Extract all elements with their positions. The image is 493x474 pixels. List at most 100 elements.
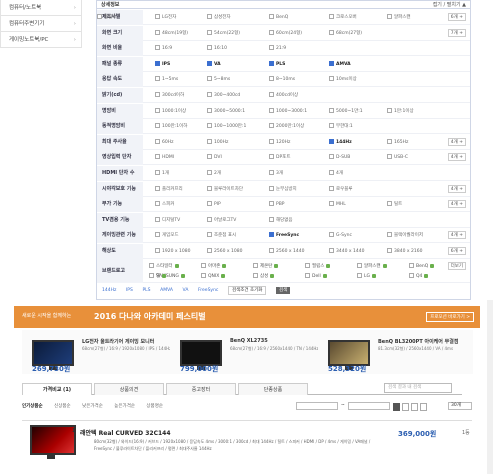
checkbox[interactable] <box>305 263 310 268</box>
checkbox[interactable] <box>253 273 258 278</box>
checkbox[interactable] <box>207 92 212 97</box>
checkbox[interactable] <box>155 92 160 97</box>
spec-option[interactable]: 165Hz <box>387 138 408 145</box>
spec-option[interactable]: USB-C <box>387 154 408 160</box>
checkbox[interactable] <box>155 248 160 253</box>
spec-more-button[interactable]: 4개 + <box>447 231 466 240</box>
spec-option[interactable]: 2개 <box>207 170 221 176</box>
spec-option[interactable]: 1000~3000:1 <box>269 107 307 114</box>
checkbox[interactable] <box>269 29 274 35</box>
spec-option[interactable]: 3840 x 2160 <box>387 248 422 254</box>
spec-option[interactable]: 60cm(24형) <box>269 29 302 36</box>
spec-option[interactable]: FreeSync <box>269 232 299 238</box>
checkbox[interactable] <box>155 170 160 175</box>
spec-option[interactable]: 블랙이퀄라이저 <box>387 232 423 238</box>
spec-option[interactable]: DP포트 <box>269 154 290 160</box>
checkbox[interactable] <box>207 107 212 113</box>
checkbox[interactable] <box>207 216 212 222</box>
spec-option[interactable]: 1000:1이상 <box>155 107 186 114</box>
brand-option[interactable]: BenQ <box>409 263 435 269</box>
checkbox[interactable] <box>329 154 334 160</box>
banner-button[interactable]: 프로모션 바로가기 > <box>426 312 474 322</box>
checkbox[interactable] <box>207 138 212 144</box>
spec-option[interactable]: 2560 x 1440 <box>269 248 304 254</box>
checkbox[interactable] <box>269 138 274 144</box>
spec-option[interactable]: HDMI <box>155 154 174 160</box>
checkbox[interactable] <box>329 76 334 82</box>
spec-option[interactable]: 무한대:1 <box>329 123 353 129</box>
checkbox[interactable] <box>329 185 334 191</box>
spec-option[interactable]: 1만:1이상 <box>387 107 414 114</box>
checkbox[interactable] <box>269 232 274 238</box>
checkbox[interactable] <box>155 216 160 222</box>
checkbox[interactable] <box>329 170 334 175</box>
promo-product[interactable]: LG전자 울트라기어 게이밍 모니터 68cm(27형) / 16:9 / 19… <box>22 330 177 374</box>
spec-option[interactable]: 눈부심방지 <box>269 185 297 192</box>
tag[interactable]: 144Hz <box>102 284 116 298</box>
spec-more-button[interactable]: 7개 + <box>447 28 466 37</box>
spec-more-button[interactable]: 4개 + <box>447 200 466 209</box>
spec-option[interactable]: 2000만:1이상 <box>269 123 304 129</box>
checkbox[interactable] <box>207 185 212 191</box>
spec-option[interactable]: 틸트 <box>387 201 402 207</box>
checkbox[interactable] <box>387 232 392 238</box>
spec-option[interactable]: 4개 <box>329 170 343 176</box>
checkbox[interactable] <box>329 29 334 35</box>
spec-option[interactable]: 16:10 <box>207 45 227 51</box>
spec-option[interactable]: D-SUB <box>329 154 350 160</box>
spec-option[interactable]: 스피커 <box>155 201 174 207</box>
price-search-button[interactable] <box>393 403 400 411</box>
checkbox[interactable] <box>357 273 362 278</box>
spec-option[interactable]: 로우블루 <box>329 185 353 192</box>
spec-option[interactable]: 1920 x 1080 <box>155 248 190 254</box>
checkbox[interactable] <box>387 138 392 144</box>
sort-popular[interactable]: 인기상품순 <box>22 404 43 409</box>
checkbox[interactable] <box>329 14 334 19</box>
spec-option[interactable]: 삼성전자 <box>207 14 231 20</box>
checkbox[interactable] <box>329 60 334 66</box>
spec-option[interactable]: 48cm(19형) <box>155 29 188 36</box>
tag[interactable]: VA <box>183 284 189 298</box>
checkbox[interactable] <box>149 273 154 278</box>
checkbox[interactable] <box>149 263 154 268</box>
checkbox[interactable] <box>269 248 274 253</box>
checkbox[interactable] <box>207 60 212 66</box>
result-search-input[interactable]: 검색 결과 내 검색 <box>384 383 452 393</box>
sidebar-item[interactable]: 컴퓨터/노트북 <box>0 0 82 16</box>
checkbox[interactable] <box>269 14 274 19</box>
search-filter-button[interactable]: 검색 <box>276 287 291 294</box>
tab-reviews[interactable]: 상품의견 <box>94 383 164 395</box>
spec-option[interactable]: 게임모드 <box>155 232 179 238</box>
brand-more-button[interactable]: 더보기 <box>447 262 466 270</box>
tag[interactable]: FreeSync <box>198 284 218 298</box>
spec-option[interactable]: 3000~5000:1 <box>207 107 245 114</box>
spec-option[interactable]: 100만:1이하 <box>155 123 187 129</box>
checkbox[interactable] <box>201 263 206 268</box>
min-price-input[interactable] <box>296 402 338 410</box>
spec-option[interactable]: DVI <box>207 154 222 160</box>
checkbox[interactable] <box>207 45 212 51</box>
view-list-icon[interactable] <box>411 403 418 411</box>
tab-price-compare[interactable]: 가격비교 (1) <box>22 383 92 395</box>
spec-option[interactable]: G-Sync <box>329 232 352 238</box>
checkbox[interactable] <box>207 123 212 129</box>
tag[interactable]: AMVA <box>160 284 173 298</box>
max-price-input[interactable] <box>348 402 390 410</box>
view-image-icon[interactable] <box>420 403 427 411</box>
checkbox[interactable] <box>269 76 274 82</box>
checkbox[interactable] <box>269 170 274 175</box>
spec-option[interactable]: 100Hz <box>207 138 228 145</box>
brand-option[interactable]: Q4 <box>409 273 429 279</box>
spec-option[interactable]: 68cm(27형) <box>329 29 362 36</box>
checkbox[interactable] <box>207 14 212 19</box>
checkbox[interactable] <box>269 45 274 51</box>
checkbox[interactable] <box>329 201 334 207</box>
spec-option[interactable]: 1~5ms <box>155 76 178 82</box>
checkbox[interactable] <box>357 263 362 268</box>
checkbox[interactable] <box>155 76 160 82</box>
spec-option[interactable]: 16:9 <box>155 45 172 51</box>
spec-option[interactable]: 100~1000만:1 <box>207 123 246 129</box>
sort-name[interactable]: 상품명순 <box>146 404 163 409</box>
checkbox[interactable] <box>201 273 206 278</box>
checkbox[interactable] <box>155 138 160 144</box>
